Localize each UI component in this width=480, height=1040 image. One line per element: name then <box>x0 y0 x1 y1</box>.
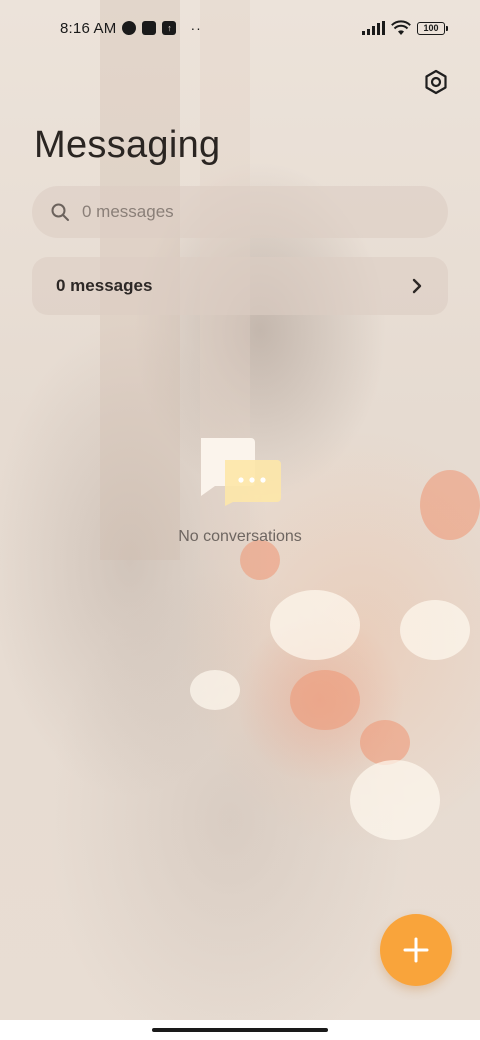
gear-icon <box>425 69 447 95</box>
chevron-right-icon <box>412 278 422 294</box>
plus-icon <box>403 937 429 963</box>
messages-count-label: 0 messages <box>56 276 153 295</box>
status-time: 8:16 AM <box>60 19 117 37</box>
signal-icon <box>362 21 385 35</box>
search-bar[interactable] <box>32 186 448 238</box>
chat-bubbles-icon <box>201 438 281 506</box>
settings-button[interactable] <box>418 64 454 100</box>
home-indicator[interactable] <box>152 1028 328 1032</box>
page-title: Messaging <box>34 124 221 166</box>
battery-icon: 100 <box>417 21 448 35</box>
messenger-icon <box>122 21 137 35</box>
status-left: 8:16 AM ↑ ·· <box>60 20 202 37</box>
status-bar: 8:16 AM ↑ ·· 100 <box>0 0 480 56</box>
empty-state: No conversations <box>0 436 480 546</box>
battery-level: 100 <box>417 21 445 35</box>
new-conversation-button[interactable] <box>380 914 452 986</box>
search-input[interactable] <box>82 202 402 222</box>
square-notification-icon <box>142 21 157 35</box>
search-icon <box>51 203 69 221</box>
status-right: 100 <box>362 20 448 36</box>
empty-state-text: No conversations <box>178 528 302 545</box>
upload-icon: ↑ <box>162 21 177 35</box>
wifi-icon <box>391 20 411 35</box>
messages-summary-card[interactable]: 0 messages <box>32 257 448 315</box>
more-dots-icon: ·· <box>190 20 202 36</box>
